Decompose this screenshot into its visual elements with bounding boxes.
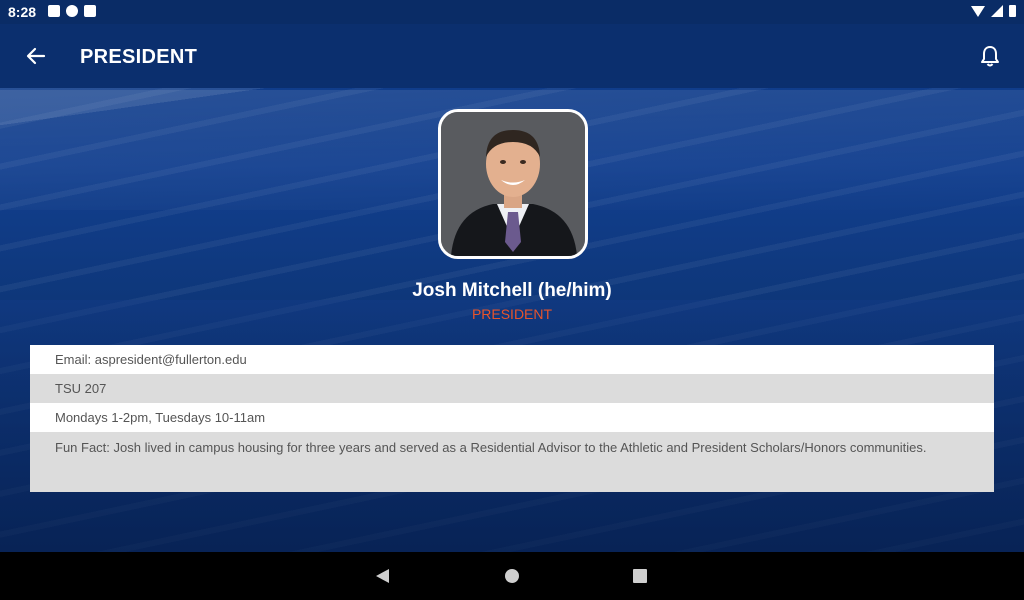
back-triangle-icon[interactable] [376, 569, 389, 583]
profile-photo [441, 112, 585, 256]
notification-a-icon [48, 5, 60, 17]
bell-icon [981, 46, 999, 67]
status-system-icons [971, 5, 1016, 17]
wifi-icon [971, 5, 985, 17]
notification-o-icon [66, 5, 78, 17]
office-hours-row: Mondays 1-2pm, Tuesdays 10-11am [30, 403, 994, 432]
person-role: PRESIDENT [471, 306, 553, 322]
fun-fact-row: Fun Fact: Josh lived in campus housing f… [30, 432, 994, 492]
email-row[interactable]: Email: aspresident@fullerton.edu [30, 345, 994, 374]
signal-icon [991, 5, 1003, 17]
office-row: TSU 207 [30, 374, 994, 403]
battery-icon [1009, 5, 1016, 17]
sd-card-icon [84, 5, 96, 17]
contact-info-list: Email: aspresident@fullerton.edu TSU 207… [30, 345, 994, 492]
notifications-button[interactable] [976, 42, 1004, 70]
home-circle-icon[interactable] [505, 569, 519, 583]
person-name: Josh Mitchell (he/him) [412, 280, 612, 301]
status-notifications [48, 5, 96, 17]
app-bar: PRESIDENT [0, 24, 1024, 88]
status-bar: 8:28 [0, 0, 1024, 24]
status-time: 8:28 [8, 4, 37, 20]
page-title: PRESIDENT [80, 46, 198, 68]
avatar [438, 109, 588, 259]
recents-square-icon[interactable] [633, 569, 647, 583]
arrow-left-icon [26, 47, 46, 65]
back-button[interactable] [22, 42, 50, 70]
